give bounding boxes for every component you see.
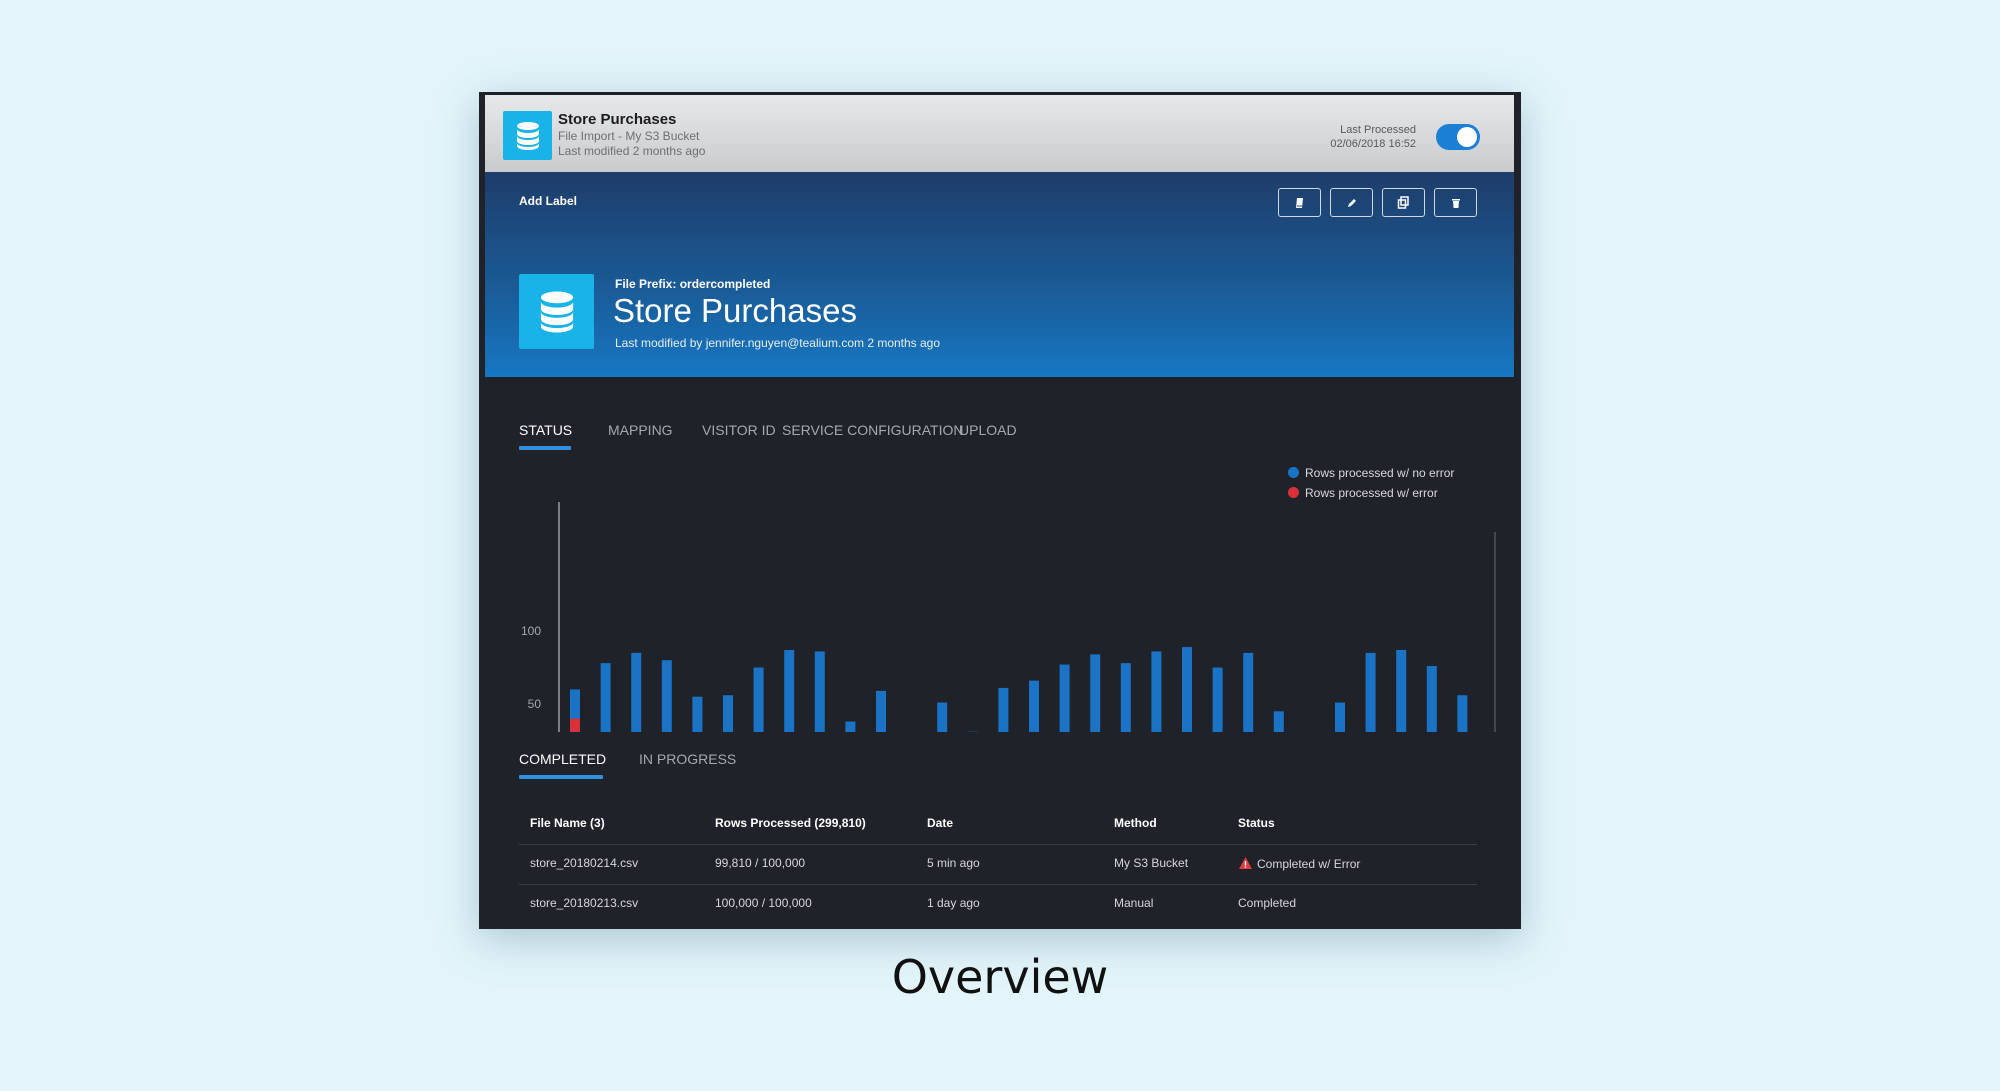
bar-no-error bbox=[631, 652, 642, 732]
connector-title: Store Purchases bbox=[558, 111, 677, 128]
bar-no-error bbox=[1120, 663, 1131, 732]
col-file-name[interactable]: File Name (3) bbox=[530, 816, 605, 830]
bar-no-error bbox=[723, 695, 733, 732]
last-processed-label: Last Processed bbox=[1340, 124, 1416, 136]
bar-no-error bbox=[814, 651, 825, 732]
legend-label-error: Rows processed w/ error bbox=[1305, 486, 1438, 500]
bar-no-error bbox=[692, 696, 703, 732]
bar-no-error bbox=[1151, 651, 1162, 732]
tab-service-configuration[interactable]: SERVICE CONFIGURATION bbox=[782, 422, 964, 438]
toggle-knob bbox=[1457, 127, 1477, 147]
bar-no-error bbox=[937, 702, 948, 732]
tab-status[interactable]: STATUS bbox=[519, 422, 572, 438]
col-method[interactable]: Method bbox=[1114, 816, 1157, 830]
connector-subtitle: File Import - My S3 Bucket bbox=[558, 129, 700, 143]
bar-no-error bbox=[753, 667, 764, 732]
cell-date: 5 min ago bbox=[927, 856, 980, 870]
top-bar: Store Purchases File Import - My S3 Buck… bbox=[485, 92, 1514, 175]
tab-completed[interactable]: COMPLETED bbox=[519, 751, 606, 767]
pencil-icon bbox=[1347, 198, 1356, 207]
cell-rows-processed: 100,000 / 100,000 bbox=[715, 896, 812, 910]
col-rows-processed[interactable]: Rows Processed (299,810) bbox=[715, 816, 866, 830]
app-window: Store Purchases File Import - My S3 Buck… bbox=[479, 92, 1521, 929]
legend-swatch-blue bbox=[1288, 467, 1299, 478]
page-title: Store Purchases bbox=[613, 292, 857, 329]
legend-swatch-red bbox=[1288, 487, 1299, 498]
bar-no-error bbox=[876, 690, 886, 732]
hero-banner: Add Label File Prefix: ordercompleted St… bbox=[485, 172, 1514, 377]
bar-no-error bbox=[1243, 652, 1254, 732]
bar-no-error bbox=[1335, 702, 1345, 732]
cell-file-name: store_20180213.csv bbox=[530, 896, 639, 910]
bar-no-error bbox=[1457, 695, 1468, 732]
col-date[interactable]: Date bbox=[927, 816, 953, 830]
col-status[interactable]: Status bbox=[1238, 816, 1275, 830]
bar-no-error bbox=[1426, 666, 1437, 732]
add-label-link[interactable]: Add Label bbox=[519, 194, 577, 208]
warning-icon bbox=[1239, 857, 1252, 869]
tab-upload[interactable]: UPLOAD bbox=[959, 422, 1017, 438]
active-file-tab-indicator bbox=[519, 775, 603, 779]
y-tick-label: 50 bbox=[528, 697, 542, 711]
copy-button[interactable] bbox=[1382, 188, 1425, 217]
bar-no-error bbox=[1212, 667, 1223, 732]
bar-no-error bbox=[1396, 649, 1407, 732]
file-prefix: File Prefix: ordercompleted bbox=[615, 277, 771, 291]
bar-no-error bbox=[661, 660, 672, 732]
modified-by: Last modified by jennifer.nguyen@tealium… bbox=[615, 336, 941, 350]
book-icon bbox=[1295, 197, 1303, 208]
documentation-button[interactable] bbox=[1278, 188, 1321, 217]
cell-method: My S3 Bucket bbox=[1114, 856, 1189, 870]
tab-in-progress[interactable]: IN PROGRESS bbox=[639, 751, 736, 767]
rows-processed-chart: 10050Jan 7Jan 10Jan 13Jan 16Jan 19Jan 22… bbox=[521, 502, 1496, 732]
copy-icon bbox=[1397, 196, 1409, 209]
database-icon-large bbox=[519, 274, 594, 349]
bar-no-error bbox=[1182, 647, 1192, 732]
bar-no-error bbox=[998, 687, 1009, 732]
bar-no-error bbox=[784, 649, 795, 732]
legend-label-no-error: Rows processed w/ no error bbox=[1305, 466, 1455, 480]
bar-no-error bbox=[845, 721, 856, 732]
bar-no-error bbox=[1090, 654, 1101, 732]
status-text: Completed w/ Error bbox=[1257, 857, 1361, 871]
bar-no-error bbox=[1273, 711, 1284, 732]
cell-rows-processed: 99,810 / 100,000 bbox=[715, 856, 806, 870]
legend-item-error: Rows processed w/ error bbox=[1288, 486, 1438, 500]
bar-error bbox=[570, 718, 580, 732]
bar-no-error bbox=[1029, 680, 1039, 732]
cell-date: 1 day ago bbox=[927, 896, 980, 910]
cell-method: Manual bbox=[1114, 896, 1154, 910]
table-divider bbox=[519, 884, 1477, 885]
bar-no-error bbox=[1059, 664, 1070, 732]
tab-mapping[interactable]: MAPPING bbox=[608, 422, 673, 438]
enable-toggle[interactable] bbox=[1436, 124, 1480, 150]
last-processed-date: 02/06/2018 16:52 bbox=[1330, 138, 1416, 150]
connector-modified: Last modified 2 months ago bbox=[558, 144, 706, 158]
database-icon bbox=[503, 111, 552, 160]
table-divider bbox=[519, 844, 1477, 845]
active-tab-indicator bbox=[519, 446, 571, 450]
cell-status: Completed bbox=[1238, 896, 1297, 910]
bar-no-error bbox=[600, 663, 611, 732]
slide-caption: Overview bbox=[891, 950, 1109, 1004]
tab-visitor-id[interactable]: VISITOR ID bbox=[702, 422, 776, 438]
bar-no-error bbox=[570, 689, 580, 719]
legend-item-no-error: Rows processed w/ no error bbox=[1288, 466, 1454, 480]
trash-icon bbox=[1451, 198, 1460, 208]
cell-status: Completed w/ Error bbox=[1238, 856, 1360, 871]
cell-file-name: store_20180214.csv bbox=[530, 856, 639, 870]
bar-no-error bbox=[1365, 652, 1376, 732]
edit-button[interactable] bbox=[1330, 188, 1373, 217]
y-tick-label: 100 bbox=[521, 624, 541, 638]
delete-button[interactable] bbox=[1434, 188, 1477, 217]
